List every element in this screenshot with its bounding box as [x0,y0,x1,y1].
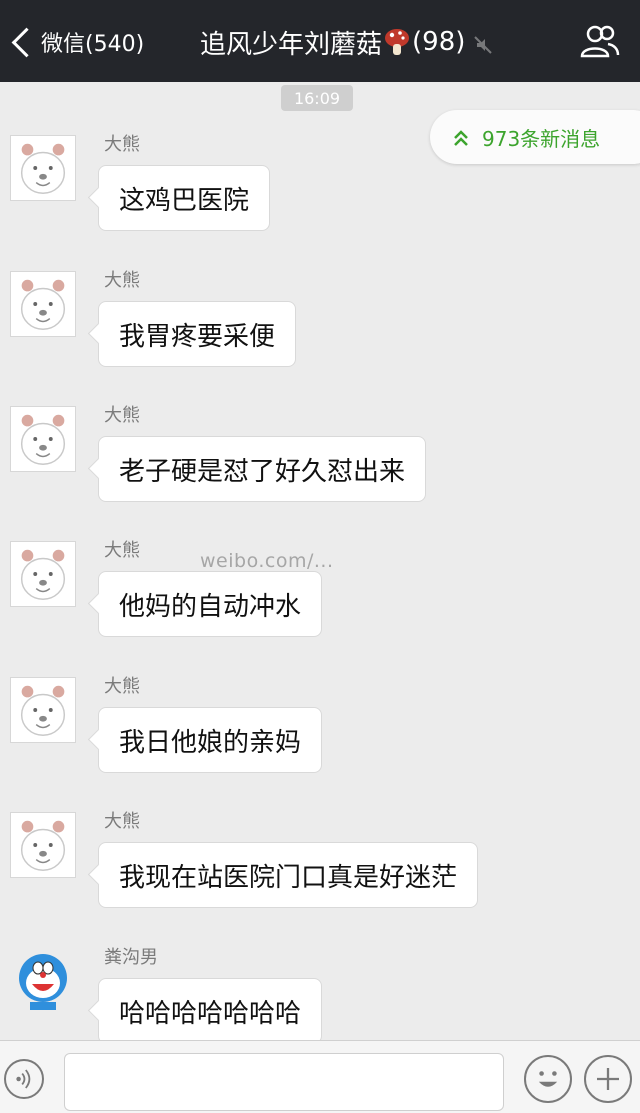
message-bubble[interactable]: 老子硬是怼了好久怼出来 [98,436,427,502]
message-bubble[interactable]: 这鸡巴医院 [98,165,271,231]
back-button[interactable]: 微信(540) [8,22,144,62]
mushroom-icon [384,27,410,57]
time-stamp: 16:09 [281,85,353,111]
sender-name: 大熊 [104,811,140,832]
message-item: 大熊 我日他娘的亲妈 [0,677,640,807]
sender-name: 大熊 [104,676,140,697]
chevron-left-icon [11,27,42,57]
bear-avatar[interactable] [10,541,76,607]
chat-title-text: 追风少年刘蘑菇 [200,29,383,60]
message-bubble[interactable]: 哈哈哈哈哈哈哈 [98,978,323,1044]
bear-avatar[interactable] [10,677,76,743]
bear-avatar[interactable] [10,406,76,472]
bear-avatar[interactable] [10,271,76,337]
message-item: 大熊 我现在站医院门口真是好迷茫 [0,812,640,942]
bear-avatar[interactable] [10,812,76,878]
sender-name: 大熊 [104,134,140,155]
message-item: 大熊 这鸡巴医院 [0,135,640,265]
sender-name: 粪沟男 [104,947,158,968]
bear-avatar[interactable] [10,135,76,201]
plus-icon[interactable] [584,1055,632,1103]
members-icon[interactable] [580,24,620,58]
doraemon-avatar[interactable] [10,948,76,1014]
chat-title: 追风少年刘蘑菇 (98) [200,22,493,62]
title-bar: 微信(540) 追风少年刘蘑菇 (98) [0,0,640,82]
message-bubble[interactable]: 他妈的自动冲水 [98,571,323,637]
message-bubble[interactable]: 我现在站医院门口真是好迷茫 [98,842,479,908]
back-label: 微信(540) [41,32,145,57]
sender-name: 大熊 [104,405,140,426]
voice-icon[interactable] [4,1059,44,1099]
chat-member-count: (98) [412,27,466,57]
message-input[interactable] [64,1053,504,1111]
message-bubble[interactable]: 我胃疼要采便 [98,301,297,367]
input-bar [0,1040,640,1113]
sender-name: 大熊 [104,540,140,561]
message-item: 大熊 我胃疼要采便 [0,271,640,401]
message-bubble[interactable]: 我日他娘的亲妈 [98,707,323,773]
sender-name: 大熊 [104,270,140,291]
watermark: weibo.com/... [200,550,334,572]
mute-icon [473,32,493,54]
emoji-icon[interactable] [524,1055,572,1103]
message-item: 大熊 老子硬是怼了好久怼出来 [0,406,640,536]
